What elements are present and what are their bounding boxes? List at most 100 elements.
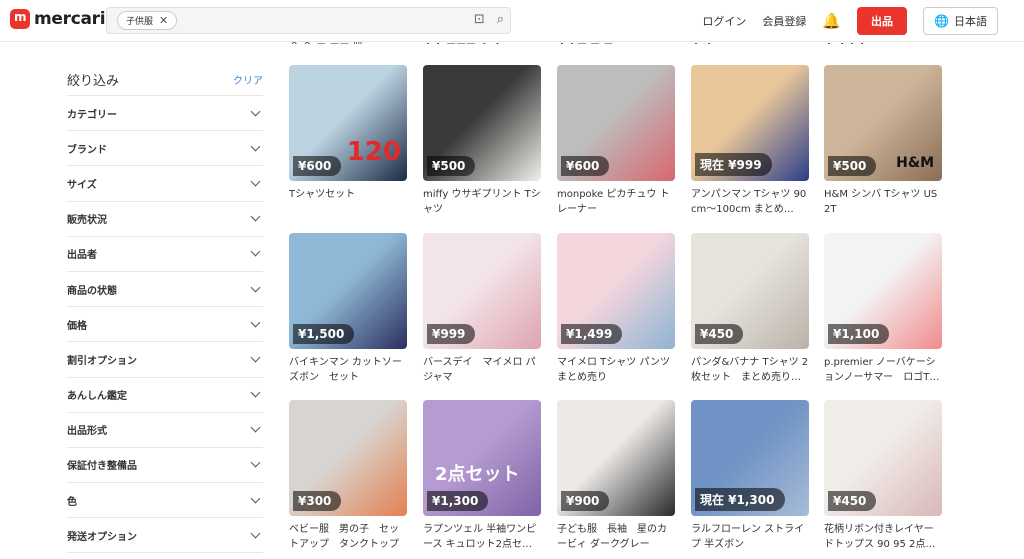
globe-icon: 🌐	[934, 13, 949, 28]
price-badge: ¥900	[561, 491, 610, 511]
filter-label: あんしん鑑定	[67, 391, 127, 403]
product-thumbnail[interactable]: ¥500	[423, 65, 541, 181]
product-thumbnail[interactable]: ¥600	[557, 65, 675, 181]
product-name[interactable]: パンダ&バナナ Tシャツ 2枚セット まとめ売り…	[691, 355, 809, 385]
product-card[interactable]: ¥1,500 バイキンマン カットソー ズボン セット	[289, 233, 407, 385]
language-label: 日本語	[954, 14, 987, 28]
close-icon[interactable]: ✕	[159, 14, 168, 27]
signup-link[interactable]: 会員登録	[762, 13, 806, 29]
product-card[interactable]: ¥1,100 p.premier ノーバケーションノーサマー ロゴT…	[824, 233, 942, 385]
product-thumbnail[interactable]: ¥1,499	[557, 233, 675, 349]
product-name[interactable]: p.premier ノーバケーションノーサマー ロゴT…	[824, 355, 942, 385]
filter-label: 価格	[67, 320, 87, 332]
product-card[interactable]: ¥600 monpoke ピカチュウ トレーナー	[557, 65, 675, 217]
search-bar[interactable]: 子供服 ✕ ⊡ ⌕	[106, 7, 511, 34]
filter-row[interactable]: 出品者	[67, 237, 263, 272]
product-card[interactable]: ¥900 子ども服 長袖 星のカービィ ダークグレー	[557, 400, 675, 552]
product-thumbnail[interactable]: ¥1,500	[289, 233, 407, 349]
bell-icon[interactable]: 🔔	[822, 12, 841, 30]
price-badge: ¥300	[293, 491, 342, 511]
filter-row[interactable]: 割引オプション	[67, 342, 263, 378]
product-name[interactable]: miffy ウサギプリント Tシャツ	[423, 187, 541, 217]
product-name[interactable]: 花柄リボン付きレイヤードトップス 90 95 2点…	[824, 522, 942, 552]
product-name[interactable]: H&M シンバ Tシャツ US 2T	[824, 187, 942, 217]
filter-label: サイズ	[67, 179, 97, 191]
price-badge: ¥450	[695, 324, 744, 344]
filter-row[interactable]: サイズ	[67, 166, 263, 202]
product-thumbnail[interactable]: H&M ¥500	[824, 65, 942, 181]
product-name[interactable]: アンパンマン Tシャツ 90cm〜100cm まとめ…	[691, 187, 809, 217]
product-card[interactable]: ¥450 パンダ&バナナ Tシャツ 2枚セット まとめ売り…	[691, 233, 809, 385]
product-card[interactable]: 120 ¥600 Tシャツセット	[289, 65, 407, 217]
filter-row[interactable]: 商品の状態	[67, 272, 263, 308]
product-thumbnail[interactable]: ¥450	[824, 400, 942, 516]
product-name[interactable]: monpoke ピカチュウ トレーナー	[557, 187, 675, 217]
product-name[interactable]: 子ども服 長袖 星のカービィ ダークグレー	[557, 522, 675, 552]
price-badge: ¥600	[561, 156, 610, 176]
camera-search-icon[interactable]: ⊡	[474, 12, 485, 27]
thumbnail-overlay-text: 2点セット	[435, 464, 520, 485]
product-thumbnail[interactable]: 現在 ¥1,300	[691, 400, 809, 516]
login-link[interactable]: ログイン	[702, 13, 746, 29]
product-name[interactable]: ラプンツェル 半袖ワンピース キュロット2点セ…	[423, 522, 541, 552]
chevron-down-icon	[250, 528, 261, 539]
thumbnail-overlay-text: 120	[346, 137, 401, 167]
product-card[interactable]: 現在 ¥1,300 ラルフローレン ストライプ 半ズボン	[691, 400, 809, 552]
filter-row[interactable]: 色	[67, 483, 263, 519]
filter-row[interactable]: カテゴリー	[67, 96, 263, 132]
product-thumbnail[interactable]: 現在 ¥999	[691, 65, 809, 181]
filter-label: 販売状況	[67, 215, 107, 227]
product-thumbnail[interactable]: ¥999	[423, 233, 541, 349]
language-button[interactable]: 🌐 日本語	[923, 6, 998, 35]
filter-row[interactable]: あんしん鑑定	[67, 378, 263, 413]
product-name[interactable]: ラルフローレン ストライプ 半ズボン	[691, 522, 809, 552]
filter-label: カテゴリー	[67, 109, 117, 121]
sell-button[interactable]: 出品	[857, 6, 908, 35]
price-badge: ¥500	[828, 156, 877, 176]
filter-label: 発送オプション	[67, 531, 137, 543]
product-card[interactable]: ¥300 ベビー服 男の子 セットアップ タンクトップ	[289, 400, 407, 552]
product-name[interactable]: ベビー服 男の子 セットアップ タンクトップ	[289, 522, 407, 552]
product-thumbnail[interactable]: ¥900	[557, 400, 675, 516]
filter-row[interactable]: 出品形式	[67, 413, 263, 448]
filter-row[interactable]: 価格	[67, 307, 263, 343]
product-card[interactable]: H&M ¥500 H&M シンバ Tシャツ US 2T	[824, 65, 942, 217]
logo-text: mercari	[34, 9, 106, 29]
mercari-logo[interactable]: mercari	[10, 9, 106, 29]
chevron-down-icon	[250, 176, 261, 187]
filter-label: 出品形式	[67, 426, 107, 438]
filter-label: ブランド	[67, 144, 107, 156]
price-badge: ¥1,300	[427, 491, 489, 511]
filter-row[interactable]: 保証付き整備品	[67, 448, 263, 484]
filter-label: 商品の状態	[67, 285, 117, 297]
filter-row[interactable]: 発送オプション	[67, 518, 263, 554]
price-badge: ¥1,100	[828, 324, 890, 344]
clear-filters-link[interactable]: クリア	[233, 72, 263, 87]
filter-row[interactable]: ブランド	[67, 131, 263, 167]
product-thumbnail[interactable]: ¥450	[691, 233, 809, 349]
chevron-down-icon	[250, 106, 261, 117]
product-name[interactable]: バイキンマン カットソー ズボン セット	[289, 355, 407, 385]
filter-row[interactable]: 販売状況	[67, 202, 263, 237]
product-thumbnail[interactable]: 120 ¥600	[289, 65, 407, 181]
product-thumbnail[interactable]: 2点セット ¥1,300	[423, 400, 541, 516]
chevron-down-icon	[250, 422, 261, 433]
product-name[interactable]: マイメロ Tシャツ パンツ まとめ売り	[557, 355, 675, 385]
product-name[interactable]: Tシャツセット	[289, 187, 407, 217]
search-chip[interactable]: 子供服 ✕	[117, 11, 178, 30]
price-badge: ¥1,500	[293, 324, 355, 344]
product-thumbnail[interactable]: ¥300	[289, 400, 407, 516]
search-icon[interactable]: ⌕	[497, 12, 504, 27]
product-thumbnail[interactable]: ¥1,100	[824, 233, 942, 349]
product-card[interactable]: ¥999 バースデイ マイメロ パジャマ	[423, 233, 541, 385]
filter-label: 出品者	[67, 250, 97, 262]
product-card[interactable]: ¥1,499 マイメロ Tシャツ パンツ まとめ売り	[557, 233, 675, 385]
product-card[interactable]: 2点セット ¥1,300 ラプンツェル 半袖ワンピース キュロット2点セ…	[423, 400, 541, 552]
product-card[interactable]: ¥450 花柄リボン付きレイヤードトップス 90 95 2点…	[824, 400, 942, 552]
product-name[interactable]: バースデイ マイメロ パジャマ	[423, 355, 541, 385]
chevron-down-icon	[250, 141, 261, 152]
filter-label: 割引オプション	[67, 355, 137, 367]
product-card[interactable]: 現在 ¥999 アンパンマン Tシャツ 90cm〜100cm まとめ…	[691, 65, 809, 217]
price-badge: ¥500	[427, 156, 476, 176]
product-card[interactable]: ¥500 miffy ウサギプリント Tシャツ	[423, 65, 541, 217]
